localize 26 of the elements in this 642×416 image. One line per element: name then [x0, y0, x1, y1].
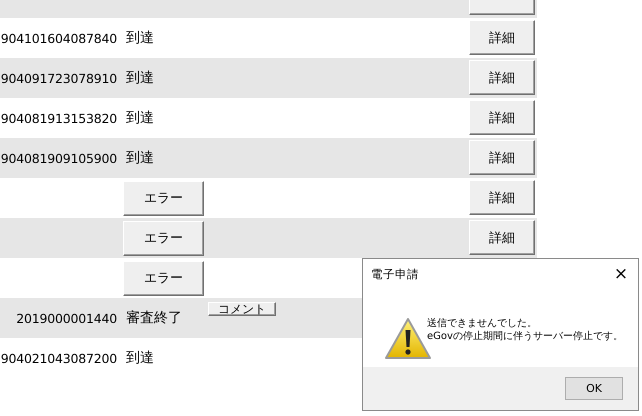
application-number: 2019000001440	[15, 310, 117, 326]
application-number: 904091723078910	[0, 70, 117, 86]
status-text: 到達	[126, 29, 154, 47]
error-message: 送信できませんでした。 eGovの停止期間に伴うサーバー停止です。	[427, 317, 623, 344]
error-button[interactable]: エラー	[123, 220, 204, 256]
detail-button[interactable]: 詳細	[469, 220, 535, 255]
dialog-title: 電子申請	[371, 266, 420, 282]
error-button[interactable]: エラー	[123, 180, 204, 216]
detail-button[interactable]: 詳細	[469, 60, 535, 95]
detail-button[interactable]: 詳細	[469, 100, 535, 135]
application-number: 904081913153820	[0, 110, 117, 126]
error-button[interactable]: エラー	[123, 260, 204, 296]
application-number: 904021043087200	[0, 350, 117, 366]
status-text: 審査終了	[126, 309, 182, 327]
status-text: 到達	[126, 109, 154, 127]
ok-button[interactable]: OK	[565, 377, 623, 400]
status-text: 到達	[126, 349, 154, 367]
status-text: 到達	[126, 69, 154, 87]
detail-button[interactable]: 詳細	[469, 180, 535, 215]
application-number: 904081909105900	[0, 150, 117, 166]
close-icon[interactable]: ×	[606, 266, 636, 282]
comment-button[interactable]: コメント	[208, 302, 276, 316]
status-text: 到達	[126, 149, 154, 167]
application-number: 904101604087840	[0, 30, 117, 46]
detail-button[interactable]: 詳細	[469, 140, 535, 175]
detail-button[interactable]: 詳細	[469, 20, 535, 55]
